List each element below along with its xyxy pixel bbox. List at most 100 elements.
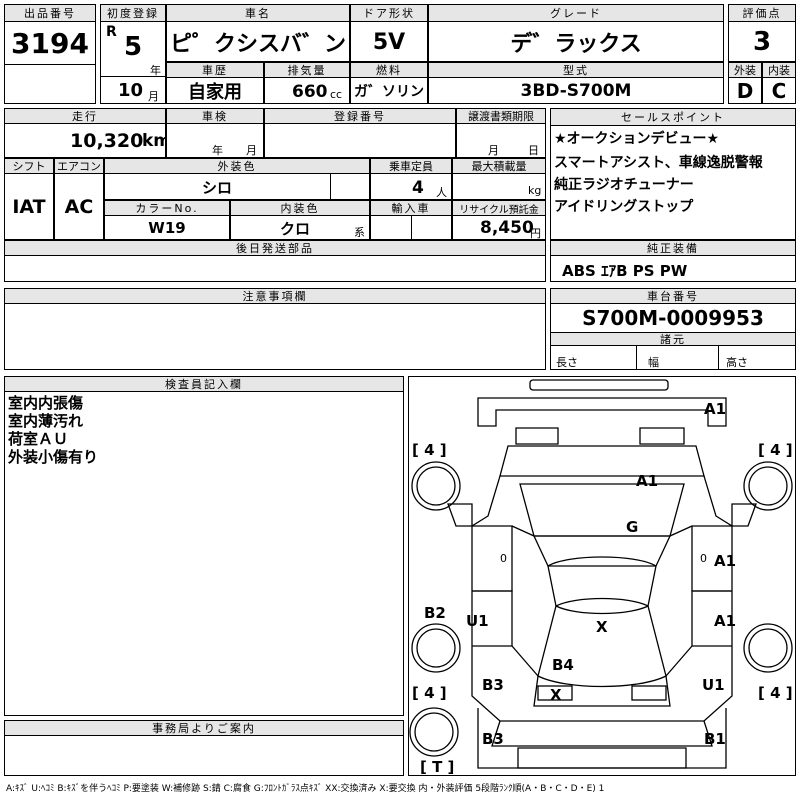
displacement-header: 排気量 xyxy=(264,62,350,78)
fuel-header: 燃料 xyxy=(350,62,428,78)
transfer-deadline-header: 譲渡書類期限 xyxy=(456,108,546,124)
inspector-note-1: 室内内張傷 xyxy=(8,394,84,412)
damage-front-left-fender: B3 xyxy=(482,676,504,694)
sales-point-4: アイドリングストップ xyxy=(554,199,694,215)
aircon: AC xyxy=(64,196,94,218)
lot-number-header: 出品番号 xyxy=(4,4,96,22)
length-label: 長さ xyxy=(556,356,578,369)
recycle-unit: 円 xyxy=(530,227,541,240)
damage-grille: X xyxy=(550,686,562,704)
month-unit: 月 xyxy=(148,90,159,103)
damage-rear-panel: A1 xyxy=(704,400,727,418)
mileage-header: 走行 xyxy=(4,108,166,124)
rating: 3 xyxy=(752,27,772,57)
damage-rear-glass: G xyxy=(626,518,639,536)
sales-point-2: スマートアシスト、車線逸脱警報 xyxy=(554,155,763,171)
exterior-grade: D xyxy=(736,79,754,103)
tire-front-left: [ 4 ] xyxy=(412,441,447,459)
genuine-equipment: ABS ｴｱB PS PW xyxy=(562,262,688,280)
damage-left-front-door: U1 xyxy=(466,612,489,630)
model-header: 型式 xyxy=(428,62,724,78)
damage-front-center: B4 xyxy=(552,656,574,674)
exterior-color-header: 外装色 xyxy=(104,158,370,174)
interior-color-unit: 系 xyxy=(354,226,365,239)
displacement-unit: cc xyxy=(330,88,343,101)
interior-grade: C xyxy=(771,79,787,103)
shift: IAT xyxy=(12,196,46,218)
inspection-month-unit: 月 xyxy=(246,144,257,157)
damage-front-bumper-left: B3 xyxy=(482,730,504,748)
damage-front-bumper-right: B1 xyxy=(704,730,726,748)
transfer-day-unit: 日 xyxy=(528,144,539,157)
first-registration-year: 5 xyxy=(124,32,143,62)
damage-right-front-door: A1 xyxy=(714,612,737,630)
fuel: ガ゛ソリン xyxy=(354,84,424,100)
chassis-number-header: 車台番号 xyxy=(550,288,796,304)
capacity: 4 xyxy=(412,178,424,198)
exterior-color: シロ xyxy=(201,178,232,197)
aircon-header: エアコン xyxy=(54,158,104,174)
first-registration-month: 10 xyxy=(118,80,144,101)
rating-header: 評価点 xyxy=(728,4,796,22)
car-outline-diagram xyxy=(409,379,793,769)
later-parts-header: 後日発送部品 xyxy=(4,240,546,256)
window-mark-left: 0 xyxy=(500,552,507,565)
width-label: 幅 xyxy=(648,356,659,369)
color-number-header: カラーNo. xyxy=(104,200,230,216)
recycle-fee: 8,450 xyxy=(480,218,534,238)
transfer-month-unit: 月 xyxy=(488,144,499,157)
max-load-unit: kg xyxy=(528,184,542,197)
inspector-note-4: 外装小傷有り xyxy=(8,448,99,466)
chassis-number: S700M-0009953 xyxy=(582,306,764,330)
legend: A:ｷｽﾞ U:ﾍｺﾐ B:ｷｽﾞを伴うﾍｺﾐ P:要塗装 W:補修跡 S:錆 … xyxy=(6,784,605,794)
damage-right-rear-door: A1 xyxy=(714,552,737,570)
model: 3BD-S700M xyxy=(520,81,632,101)
spare-tire: [ T ] xyxy=(420,758,455,776)
first-registration-header: 初度登録 xyxy=(100,4,166,22)
notes-header: 注意事項欄 xyxy=(4,288,546,304)
window-mark-right: 0 xyxy=(700,552,707,565)
capacity-header: 乗車定員 xyxy=(370,158,452,174)
interior-color-header: 内装色 xyxy=(230,200,370,216)
inspector-header: 検査員記入欄 xyxy=(4,376,404,392)
grade: デ゛ラックス xyxy=(510,32,642,57)
displacement: 660 xyxy=(292,82,328,102)
color-number: W19 xyxy=(148,219,186,237)
inspector-note-3: 荷室ＡＵ xyxy=(8,430,69,448)
import-header: 輸入車 xyxy=(370,200,452,216)
door-type-header: ドア形状 xyxy=(350,4,428,22)
tire-front-right: [ 4 ] xyxy=(758,441,793,459)
damage-left-side: B2 xyxy=(424,604,446,622)
shift-header: シフト xyxy=(4,158,54,174)
office-header: 事務局よりご案内 xyxy=(4,720,404,736)
tire-rear-left: [ 4 ] xyxy=(412,684,447,702)
history: 自家用 xyxy=(188,82,242,103)
damage-hood: X xyxy=(596,618,608,636)
interior-header: 内装 xyxy=(762,62,796,78)
inspector-note-2: 室内薄汚れ xyxy=(8,412,84,430)
exterior-header: 外装 xyxy=(728,62,762,78)
damage-roof: A1 xyxy=(636,472,659,490)
tire-rear-right: [ 4 ] xyxy=(758,684,793,702)
car-name: ピ゜クシスバ゛ン xyxy=(169,32,346,57)
damage-front-right-fender: U1 xyxy=(702,676,725,694)
interior-color: クロ xyxy=(279,219,310,238)
lot-number: 3194 xyxy=(11,26,89,60)
car-name-header: 車名 xyxy=(166,4,350,22)
sales-point-3: 純正ラジオチューナー xyxy=(554,177,694,193)
inspection-year-unit: 年 xyxy=(212,144,223,157)
registration-number-header: 登録番号 xyxy=(264,108,456,124)
door-type: 5V xyxy=(372,29,406,55)
max-load-header: 最大積載量 xyxy=(452,158,546,174)
inspection-header: 車検 xyxy=(166,108,264,124)
grade-header: グレード xyxy=(428,4,724,22)
height-label: 高さ xyxy=(726,356,748,369)
specs-header: 諸元 xyxy=(550,332,796,346)
capacity-unit: 人 xyxy=(436,186,447,199)
genuine-equipment-header: 純正装備 xyxy=(550,240,796,256)
recycle-header: リサイクル預託金 xyxy=(452,200,546,216)
sales-point-header: セールスポイント xyxy=(550,108,796,126)
era-label: R xyxy=(106,24,117,40)
sales-point-1: ★オークションデビュー★ xyxy=(554,131,720,147)
mileage: 10,320 xyxy=(70,130,144,152)
